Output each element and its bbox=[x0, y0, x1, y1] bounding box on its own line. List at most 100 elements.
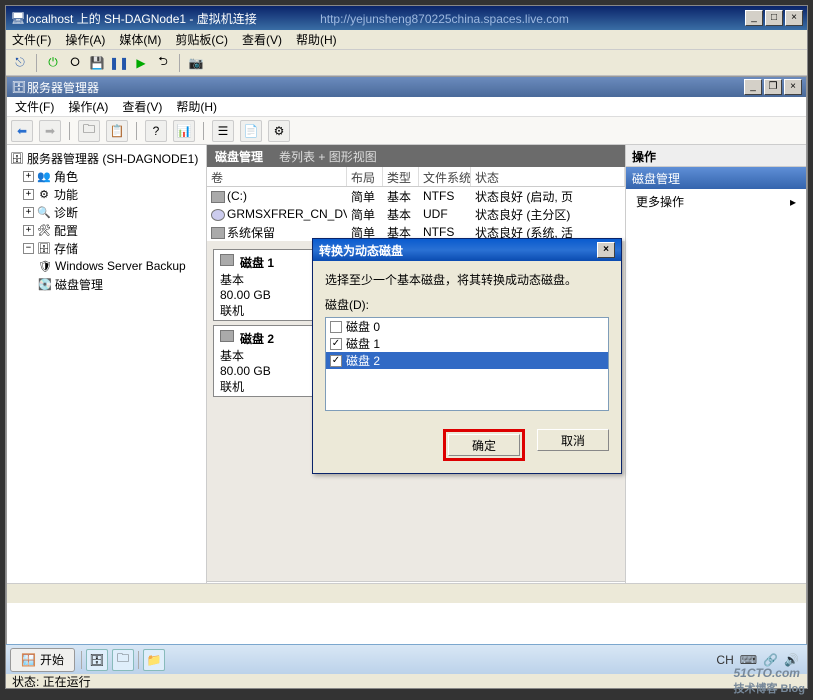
windows-icon: 🪟 bbox=[21, 653, 36, 667]
ime-indicator[interactable]: CH bbox=[716, 653, 733, 667]
back-button[interactable]: ⬅ bbox=[11, 120, 33, 142]
expand-roles[interactable]: + bbox=[23, 171, 34, 182]
server-manager-title: 服务器管理器 bbox=[27, 79, 742, 96]
diskmgmt-icon: 💽 bbox=[37, 277, 53, 291]
tree-diag[interactable]: 诊断 bbox=[54, 204, 78, 221]
sm-menu-action[interactable]: 操作(A) bbox=[68, 98, 108, 115]
sm-menu-file[interactable]: 文件(F) bbox=[15, 98, 54, 115]
sm-menu-help[interactable]: 帮助(H) bbox=[176, 98, 217, 115]
server-manager-icon: 🗄 bbox=[11, 79, 27, 95]
system-tray[interactable]: CH ⌨ 🔗 🔊 bbox=[708, 653, 807, 667]
config-icon: 🛠 bbox=[36, 223, 52, 237]
expand-config[interactable]: + bbox=[23, 225, 34, 236]
start-button[interactable]: 🪟开始 bbox=[10, 648, 75, 672]
mdi-minimize-button[interactable]: _ bbox=[744, 79, 762, 95]
reset-icon[interactable]: ▶ bbox=[133, 55, 149, 71]
disk-list-item[interactable]: 磁盘 0 bbox=[326, 318, 608, 335]
start-icon[interactable]: ⏻ bbox=[45, 55, 61, 71]
menu-action[interactable]: 操作(A) bbox=[65, 31, 105, 48]
tree-wsb[interactable]: Windows Server Backup bbox=[55, 259, 186, 273]
close-button[interactable]: × bbox=[785, 10, 803, 26]
vm-icon: 🖥 bbox=[10, 10, 26, 26]
snapshot-icon[interactable]: ⮌ bbox=[155, 55, 171, 71]
pause-icon[interactable]: ❚❚ bbox=[111, 55, 127, 71]
volume-row[interactable]: (C:)简单基本NTFS状态良好 (启动, 页 bbox=[207, 187, 625, 205]
refresh-button[interactable]: 📊 bbox=[173, 120, 195, 142]
detail-button[interactable]: 📄 bbox=[240, 120, 262, 142]
menu-view[interactable]: 查看(V) bbox=[242, 31, 282, 48]
volume-icon bbox=[211, 227, 225, 239]
cancel-button[interactable]: 取消 bbox=[537, 429, 609, 451]
menu-clipboard[interactable]: 剪贴板(C) bbox=[175, 31, 228, 48]
actions-pane: 操作 磁盘管理 更多操作▸ bbox=[626, 145, 806, 603]
collapse-storage[interactable]: − bbox=[23, 243, 34, 254]
list-button[interactable]: ☰ bbox=[212, 120, 234, 142]
server-manager-status-bar bbox=[7, 583, 806, 603]
tree-pane[interactable]: 🗄服务器管理器 (SH-DAGNODE1) +👥角色 +⚙功能 +🔍诊断 +🛠配… bbox=[7, 145, 207, 603]
actions-more[interactable]: 更多操作▸ bbox=[626, 189, 806, 214]
checkbox[interactable]: ✓ bbox=[330, 338, 342, 350]
tree-roles[interactable]: 角色 bbox=[54, 168, 78, 185]
wsb-icon: 🛡 bbox=[37, 259, 53, 273]
ok-button[interactable]: 确定 bbox=[448, 434, 520, 456]
tray-network-icon[interactable]: 🔗 bbox=[763, 653, 778, 667]
expand-diag[interactable]: + bbox=[23, 207, 34, 218]
dialog-title: 转换为动态磁盘 bbox=[319, 242, 595, 258]
vm-menu-bar: 文件(F) 操作(A) 媒体(M) 剪贴板(C) 查看(V) 帮助(H) bbox=[6, 30, 807, 50]
chevron-right-icon: ▸ bbox=[790, 195, 796, 209]
save-icon[interactable]: 💾 bbox=[89, 55, 105, 71]
disk-icon bbox=[220, 254, 234, 266]
convert-to-dynamic-disk-dialog: 转换为动态磁盘 × 选择至少一个基本磁盘，将其转换成动态磁盘。 磁盘(D): 磁… bbox=[312, 238, 622, 474]
ctrl-alt-del-icon[interactable]: ⎋ bbox=[12, 55, 28, 71]
taskbar-explorer-icon[interactable]: 🗀 bbox=[112, 649, 134, 671]
volume-row[interactable]: GRMSXFRER_CN_DVD (D:)简单基本UDF状态良好 (主分区) bbox=[207, 205, 625, 223]
tree-diskmgmt[interactable]: 磁盘管理 bbox=[55, 276, 103, 293]
col-layout[interactable]: 布局 bbox=[347, 167, 383, 186]
col-fs[interactable]: 文件系统 bbox=[419, 167, 471, 186]
col-volume[interactable]: 卷 bbox=[207, 167, 347, 186]
forward-button[interactable]: ➡ bbox=[39, 120, 61, 142]
minimize-button[interactable]: _ bbox=[745, 10, 763, 26]
menu-file[interactable]: 文件(F) bbox=[12, 31, 51, 48]
tree-storage[interactable]: 存储 bbox=[54, 240, 78, 257]
checkbox[interactable]: ✓ bbox=[330, 355, 342, 367]
taskbar[interactable]: 🪟开始 🗄 🗀 📁 CH ⌨ 🔗 🔊 bbox=[6, 644, 807, 674]
settings-button[interactable]: ⚙ bbox=[268, 120, 290, 142]
taskbar-app-icon[interactable]: 📁 bbox=[143, 649, 165, 671]
vm-title-bar: 🖥 localhost 上的 SH-DAGNode1 - 虚拟机连接 http:… bbox=[6, 6, 807, 30]
taskbar-server-manager-icon[interactable]: 🗄 bbox=[86, 649, 108, 671]
tree-root[interactable]: 服务器管理器 (SH-DAGNODE1) bbox=[27, 150, 198, 167]
volume-header-row: 卷 布局 类型 文件系统 状态 bbox=[207, 167, 625, 187]
help-button[interactable]: ? bbox=[145, 120, 167, 142]
up-button[interactable]: 🗀 bbox=[78, 120, 100, 142]
dialog-close-button[interactable]: × bbox=[597, 242, 615, 258]
dialog-list-label: 磁盘(D): bbox=[325, 296, 609, 313]
tray-icon[interactable]: ⌨ bbox=[740, 653, 757, 667]
checkbox[interactable] bbox=[330, 321, 342, 333]
mdi-restore-button[interactable]: ❐ bbox=[764, 79, 782, 95]
expand-features[interactable]: + bbox=[23, 189, 34, 200]
tray-sound-icon[interactable]: 🔊 bbox=[784, 653, 799, 667]
vm-status-bar: 状态: 正在运行 bbox=[6, 674, 807, 688]
sm-menu-view[interactable]: 查看(V) bbox=[122, 98, 162, 115]
server-manager-toolbar: ⬅ ➡ 🗀 📋 ? 📊 ☰ 📄 ⚙ bbox=[7, 117, 806, 145]
disk-list-item[interactable]: ✓磁盘 1 bbox=[326, 335, 608, 352]
tree-config[interactable]: 配置 bbox=[54, 222, 78, 239]
diag-icon: 🔍 bbox=[36, 205, 52, 219]
menu-help[interactable]: 帮助(H) bbox=[296, 31, 337, 48]
col-type[interactable]: 类型 bbox=[383, 167, 419, 186]
revert-icon[interactable]: 📷 bbox=[188, 55, 204, 71]
vm-ghost-url: http://yejunsheng870225china.spaces.live… bbox=[320, 12, 569, 26]
tree-features[interactable]: 功能 bbox=[54, 186, 78, 203]
disk-list[interactable]: 磁盘 0 ✓磁盘 1 ✓磁盘 2 bbox=[325, 317, 609, 411]
col-status[interactable]: 状态 bbox=[471, 167, 625, 186]
center-title: 磁盘管理 bbox=[215, 148, 263, 165]
shutdown-icon[interactable]: ⭘ bbox=[67, 55, 83, 71]
server-icon: 🗄 bbox=[9, 151, 25, 165]
maximize-button[interactable]: □ bbox=[765, 10, 783, 26]
menu-media[interactable]: 媒体(M) bbox=[119, 31, 161, 48]
properties-button[interactable]: 📋 bbox=[106, 120, 128, 142]
disk-list-item[interactable]: ✓磁盘 2 bbox=[326, 352, 608, 369]
mdi-close-button[interactable]: × bbox=[784, 79, 802, 95]
storage-icon: 🗄 bbox=[36, 241, 52, 255]
